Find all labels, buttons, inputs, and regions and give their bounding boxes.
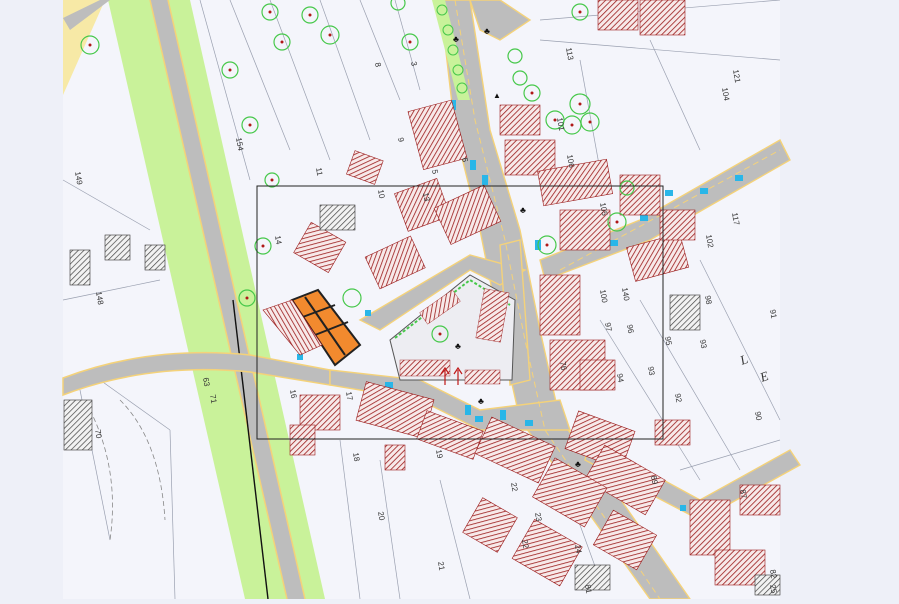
cadastral-map[interactable]: ♣ ♣ ▲ ♣ ♣ ♣ ♣ 149 148 154 11 10 14 8 3 5… <box>0 0 899 600</box>
svg-text:♣: ♣ <box>484 26 490 36</box>
svg-text:♣: ♣ <box>453 34 459 44</box>
svg-text:♣: ♣ <box>520 205 526 215</box>
svg-text:♣: ♣ <box>455 341 461 351</box>
svg-text:♣: ♣ <box>478 396 484 406</box>
svg-text:♣: ♣ <box>575 459 581 469</box>
svg-text:▲: ▲ <box>493 91 501 100</box>
